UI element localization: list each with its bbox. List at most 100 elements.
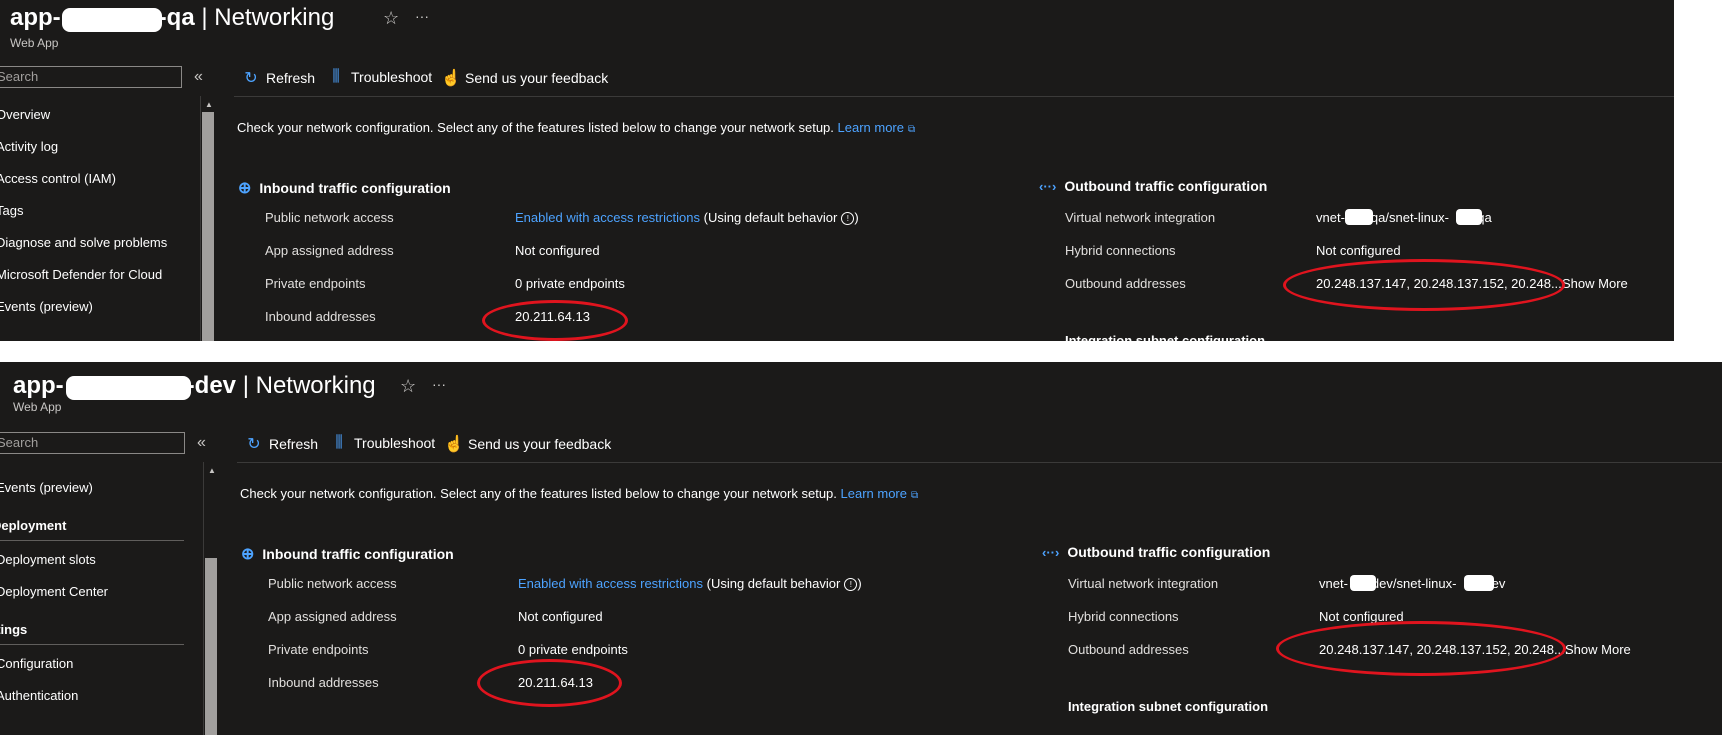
sidebar-item-authentication[interactable]: Authentication bbox=[0, 688, 78, 703]
sidebar-item-events[interactable]: Events (preview) bbox=[0, 480, 93, 495]
feedback-button[interactable]: ☝ Send us your feedback bbox=[444, 434, 611, 454]
annotation-ellipse bbox=[477, 659, 622, 707]
integration-subnet-heading: Integration subnet configuration bbox=[1065, 333, 1266, 341]
integration-subnet-heading: Integration subnet configuration bbox=[1068, 699, 1269, 714]
hybrid-connections-label: Hybrid connections bbox=[1065, 243, 1176, 258]
app-assigned-address-label: App assigned address bbox=[265, 243, 394, 258]
refresh-button[interactable]: ↻ Refresh bbox=[242, 68, 315, 88]
show-more-link[interactable]: Show More bbox=[1562, 276, 1628, 291]
show-more-link[interactable]: Show More bbox=[1565, 642, 1631, 657]
title-suffix: -qa bbox=[158, 4, 195, 31]
outbound-traffic-icon: ‹··› bbox=[1039, 178, 1057, 194]
redaction bbox=[1464, 575, 1494, 591]
public-network-access-label: Public network access bbox=[268, 576, 397, 591]
learn-more-link[interactable]: Learn more bbox=[838, 120, 904, 135]
inbound-traffic-icon: ⊕ bbox=[241, 546, 255, 563]
title-prefix: app- bbox=[13, 372, 64, 399]
sidebar-item-overview[interactable]: Overview bbox=[0, 107, 50, 122]
title-page-name: | Networking bbox=[201, 4, 335, 31]
public-network-access-label: Public network access bbox=[265, 210, 394, 225]
redaction bbox=[1345, 209, 1373, 225]
outbound-addresses-label: Outbound addresses bbox=[1065, 276, 1186, 291]
feedback-button[interactable]: ☝ Send us your feedback bbox=[441, 68, 608, 88]
page-subtitle: Web App bbox=[13, 400, 62, 414]
feedback-icon: ☝ bbox=[441, 70, 461, 87]
networking-panel-qa: app- -qa | Networking ☆ ··· Web App « Ove… bbox=[0, 0, 1674, 341]
inbound-section-title: ⊕ Inbound traffic configuration bbox=[238, 180, 451, 197]
toolbar-divider bbox=[237, 462, 1722, 463]
public-network-access-value: Enabled with access restrictions (Using … bbox=[515, 210, 859, 225]
more-icon[interactable]: ··· bbox=[415, 8, 429, 24]
redaction bbox=[66, 376, 191, 400]
info-icon[interactable]: ! bbox=[844, 578, 858, 591]
sidebar-item-diagnose[interactable]: Diagnose and solve problems bbox=[0, 235, 167, 250]
inbound-traffic-icon: ⊕ bbox=[238, 180, 252, 197]
sidebar-section-deployment: Deployment bbox=[0, 518, 67, 533]
sidebar-item-activity-log[interactable]: Activity log bbox=[0, 139, 58, 154]
outbound-addresses-label: Outbound addresses bbox=[1068, 642, 1189, 657]
sidebar-section-divider bbox=[0, 644, 184, 645]
app-assigned-address-link[interactable]: Not configured bbox=[515, 243, 600, 258]
sidebar-item-defender[interactable]: Microsoft Defender for Cloud bbox=[0, 267, 162, 282]
search-input[interactable] bbox=[0, 432, 185, 454]
page-title: app- -qa | Networking bbox=[10, 4, 334, 32]
scroll-up-icon[interactable]: ▲ bbox=[208, 466, 216, 475]
scrollbar-thumb[interactable] bbox=[205, 558, 217, 735]
scrollbar-thumb[interactable] bbox=[202, 112, 214, 341]
inbound-section-title: ⊕ Inbound traffic configuration bbox=[241, 546, 454, 563]
sidebar-item-tags[interactable]: Tags bbox=[0, 203, 23, 218]
troubleshoot-button[interactable]: ⫼ Troubleshoot bbox=[327, 68, 432, 86]
hybrid-connections-label: Hybrid connections bbox=[1068, 609, 1179, 624]
info-icon[interactable]: ! bbox=[841, 212, 855, 225]
networking-description: Check your network configuration. Select… bbox=[237, 120, 916, 135]
sidebar-item-deployment-center[interactable]: Deployment Center bbox=[0, 584, 108, 599]
sidebar-section-settings: Settings bbox=[0, 622, 28, 637]
refresh-button[interactable]: ↻ Refresh bbox=[245, 434, 318, 454]
external-link-icon: ⧉ bbox=[908, 124, 916, 135]
more-icon[interactable]: ··· bbox=[432, 376, 446, 392]
learn-more-link[interactable]: Learn more bbox=[841, 486, 907, 501]
app-assigned-address-link[interactable]: Not configured bbox=[518, 609, 603, 624]
hybrid-connections-link[interactable]: Not configured bbox=[1316, 243, 1401, 258]
public-network-access-link[interactable]: Enabled with access restrictions bbox=[515, 210, 700, 225]
refresh-icon: ↻ bbox=[247, 436, 261, 453]
title-suffix: -dev bbox=[186, 372, 237, 399]
private-endpoints-link[interactable]: 0 private endpoints bbox=[515, 276, 625, 291]
outbound-section-title: ‹··› Outbound traffic configuration bbox=[1042, 544, 1271, 560]
sidebar-item-configuration[interactable]: Configuration bbox=[0, 656, 73, 671]
private-endpoints-link[interactable]: 0 private endpoints bbox=[518, 642, 628, 657]
search-input[interactable] bbox=[0, 66, 182, 88]
sidebar-item-access-control[interactable]: Access control (IAM) bbox=[0, 171, 116, 186]
networking-description: Check your network configuration. Select… bbox=[240, 486, 919, 501]
inbound-addresses-label: Inbound addresses bbox=[268, 675, 379, 690]
star-icon[interactable]: ☆ bbox=[383, 8, 399, 29]
private-endpoints-label: Private endpoints bbox=[265, 276, 366, 291]
private-endpoints-label: Private endpoints bbox=[268, 642, 369, 657]
inbound-addresses-label: Inbound addresses bbox=[265, 309, 376, 324]
collapse-sidebar-icon[interactable]: « bbox=[194, 68, 203, 86]
scroll-up-icon[interactable]: ▲ bbox=[205, 100, 213, 109]
outbound-traffic-icon: ‹··› bbox=[1042, 544, 1060, 560]
troubleshoot-button[interactable]: ⫼ Troubleshoot bbox=[330, 434, 435, 452]
star-icon[interactable]: ☆ bbox=[400, 376, 416, 397]
redaction bbox=[62, 8, 162, 32]
title-page-name: | Networking bbox=[242, 372, 376, 399]
troubleshoot-icon: ⫼ bbox=[335, 434, 343, 451]
networking-panel-dev: app- -dev | Networking ☆ ··· Web App « Ev… bbox=[0, 362, 1722, 735]
page-subtitle: Web App bbox=[10, 36, 59, 50]
outbound-section-title: ‹··› Outbound traffic configuration bbox=[1039, 178, 1268, 194]
sidebar-item-deployment-slots[interactable]: Deployment slots bbox=[0, 552, 96, 567]
feedback-icon: ☝ bbox=[444, 436, 464, 453]
redaction bbox=[1350, 575, 1376, 591]
title-prefix: app- bbox=[10, 4, 61, 31]
vnet-integration-label: Virtual network integration bbox=[1065, 210, 1216, 225]
annotation-ellipse bbox=[1283, 259, 1565, 311]
collapse-sidebar-icon[interactable]: « bbox=[197, 434, 206, 452]
annotation-ellipse bbox=[1276, 621, 1566, 676]
sidebar-section-divider bbox=[0, 540, 184, 541]
annotation-ellipse bbox=[482, 300, 628, 341]
redaction bbox=[1456, 209, 1482, 225]
public-network-access-link[interactable]: Enabled with access restrictions bbox=[518, 576, 703, 591]
sidebar-item-events[interactable]: Events (preview) bbox=[0, 299, 93, 314]
troubleshoot-icon: ⫼ bbox=[332, 68, 340, 85]
